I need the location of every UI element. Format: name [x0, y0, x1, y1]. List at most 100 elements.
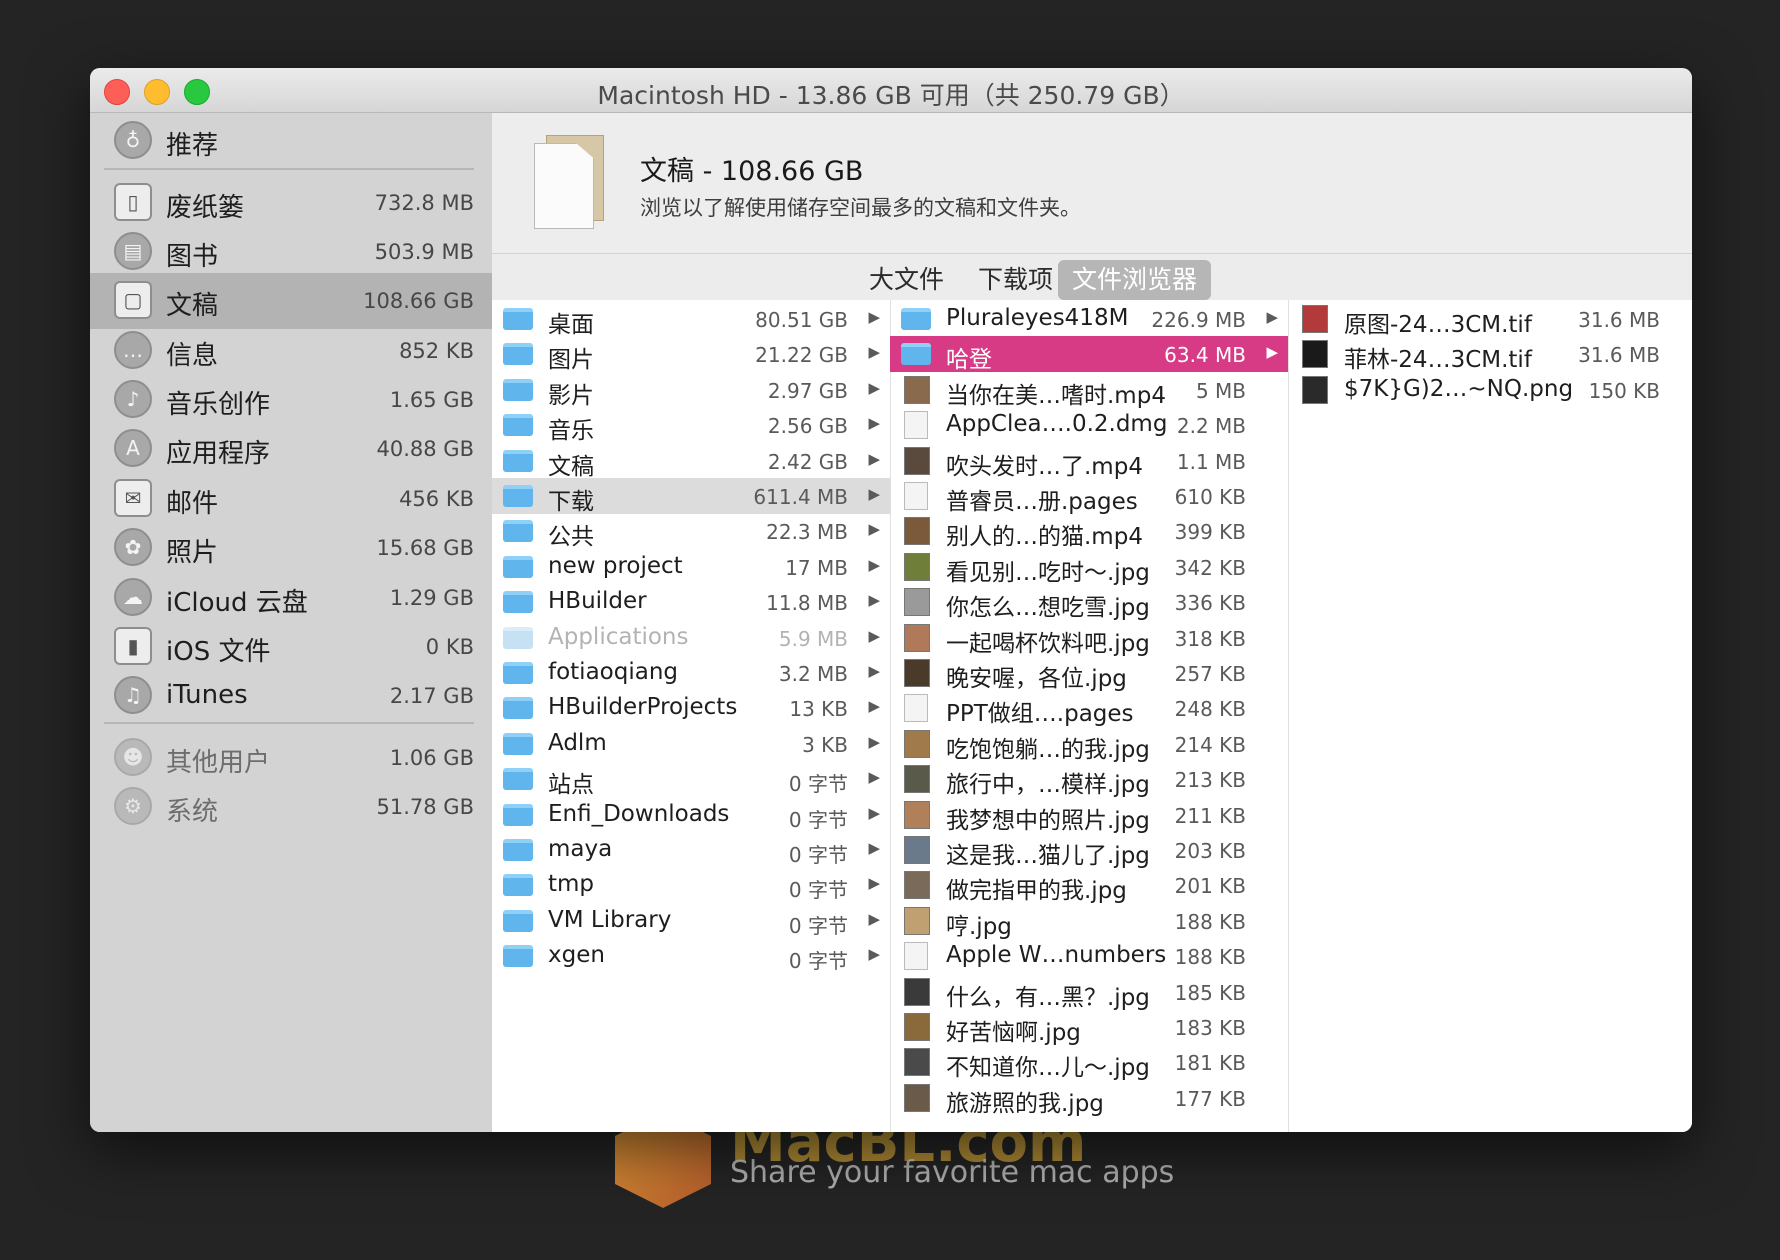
file-row[interactable]: 旅游照的我.jpg 177 KB	[890, 1080, 1288, 1117]
folder-row[interactable]: VM Library 0 字节 ▶	[492, 903, 890, 939]
disclosure-arrow-icon[interactable]: ▶	[868, 768, 880, 786]
folder-row[interactable]: HBuilderProjects 13 KB ▶	[492, 690, 890, 726]
item-name: 别人的…的猫.mp4	[946, 524, 1143, 551]
folder-row[interactable]: tmp 0 字节 ▶	[492, 867, 890, 903]
folder-row[interactable]: Adlm 3 KB ▶	[492, 726, 890, 762]
folder-row[interactable]: 音乐 2.56 GB ▶	[492, 407, 890, 444]
disclosure-arrow-icon[interactable]: ▶	[868, 485, 880, 503]
file-row[interactable]: 不知道你…儿～.jpg 181 KB	[890, 1044, 1288, 1081]
disclosure-arrow-icon[interactable]: ▶	[868, 343, 880, 361]
sidebar-item[interactable]: ▢ 文稿 108.66 GB	[90, 273, 492, 329]
sidebar-item[interactable]: ✉ 邮件 456 KB	[90, 471, 492, 527]
sidebar-item[interactable]: ☁ iCloud 云盘 1.29 GB	[90, 570, 492, 626]
folder-row[interactable]: 图片 21.22 GB ▶	[492, 336, 890, 373]
disclosure-arrow-icon[interactable]: ▶	[868, 910, 880, 928]
file-row[interactable]: Pluraleyes418M 226.9 MB ▶	[890, 301, 1288, 337]
file-row[interactable]: AppClea….0.2.dmg 2.2 MB	[890, 407, 1288, 443]
disclosure-arrow-icon[interactable]: ▶	[868, 662, 880, 680]
disclosure-arrow-icon[interactable]: ▶	[868, 379, 880, 397]
disclosure-arrow-icon[interactable]: ▶	[868, 591, 880, 609]
folder-row[interactable]: fotiaoqiang 3.2 MB ▶	[492, 655, 890, 691]
file-row[interactable]: 晚安喔，各位.jpg 257 KB	[890, 655, 1288, 692]
browser-column-home[interactable]: 桌面 80.51 GB ▶ 图片 21.22 GB ▶ 影片 2.97 GB ▶ 音乐 2.56 G…	[492, 300, 891, 1132]
disclosure-arrow-icon[interactable]: ▶	[868, 733, 880, 751]
sidebar-item-size: 1.29 GB	[389, 586, 474, 610]
disclosure-arrow-icon[interactable]: ▶	[868, 839, 880, 857]
folder-row[interactable]: maya 0 字节 ▶	[492, 832, 890, 868]
disclosure-arrow-icon[interactable]: ▶	[868, 627, 880, 645]
sidebar-item[interactable]: ▤ 图书 503.9 MB	[90, 224, 492, 280]
file-row[interactable]: PPT做组….pages 248 KB	[890, 690, 1288, 727]
file-row[interactable]: 普睿员…册.pages 610 KB	[890, 478, 1288, 515]
file-row[interactable]: 这是我…猫儿了.jpg 203 KB	[890, 832, 1288, 869]
folder-row[interactable]: 公共 22.3 MB ▶	[492, 513, 890, 550]
tab-file-browser[interactable]: 文件浏览器	[1058, 260, 1212, 300]
folder-row[interactable]: Applications 5.9 MB ▶	[492, 620, 890, 656]
file-row[interactable]: 哼.jpg 188 KB	[890, 903, 1288, 940]
file-row[interactable]: 做完指甲的我.jpg 201 KB	[890, 867, 1288, 904]
file-row[interactable]: 好苦恼啊.jpg 183 KB	[890, 1009, 1288, 1046]
folder-row[interactable]: 下载 611.4 MB ▶	[492, 478, 890, 515]
disclosure-arrow-icon[interactable]: ▶	[868, 804, 880, 822]
browser-column-harden[interactable]: 原图-24…3CM.tif 31.6 MB 菲林-24…3CM.tif 31.6 MB…	[1288, 300, 1692, 1132]
category-header: 文稿 - 108.66 GB 浏览以了解使用储存空间最多的文稿和文件夹。	[492, 113, 1692, 254]
disclosure-arrow-icon[interactable]: ▶	[868, 945, 880, 963]
users-icon: ☻	[114, 738, 152, 776]
folder-row[interactable]: xgen 0 字节 ▶	[492, 938, 890, 974]
item-size: 150 KB	[1588, 378, 1660, 403]
tab-downloads[interactable]: 下载项	[964, 260, 1067, 300]
folder-row[interactable]: Enfi_Downloads 0 字节 ▶	[492, 797, 890, 833]
file-row[interactable]: 旅行中，…模样.jpg 213 KB	[890, 761, 1288, 799]
disclosure-arrow-icon[interactable]: ▶	[868, 697, 880, 715]
sidebar-item[interactable]: ☻ 其他用户 1.06 GB	[90, 730, 492, 786]
file-row[interactable]: 什么，有…黑？.jpg 185 KB	[890, 974, 1288, 1011]
folder-row[interactable]: 文稿 2.42 GB ▶	[492, 443, 890, 480]
file-row[interactable]: 你怎么…想吃雪.jpg 336 KB	[890, 584, 1288, 621]
item-size: 17 MB	[785, 555, 848, 580]
item-name: 旅行中，…模样.jpg	[946, 772, 1150, 799]
sidebar-item[interactable]: ▯ 废纸篓 732.8 MB	[90, 175, 492, 231]
folder-row[interactable]: 桌面 80.51 GB ▶	[492, 301, 890, 338]
sidebar-item[interactable]: ⚙ 系统 51.78 GB	[90, 779, 492, 835]
file-row[interactable]: 当你在美…嗜时.mp4 5 MB	[890, 372, 1288, 409]
file-row[interactable]: 菲林-24…3CM.tif 31.6 MB	[1288, 336, 1692, 373]
sidebar-item[interactable]: ▮ iOS 文件 0 KB	[90, 619, 492, 675]
file-row[interactable]: 吃饱饱躺…的我.jpg 214 KB	[890, 726, 1288, 763]
file-row[interactable]: 原图-24…3CM.tif 31.6 MB	[1288, 301, 1692, 338]
folder-icon	[503, 839, 533, 861]
file-row[interactable]: 别人的…的猫.mp4 399 KB	[890, 513, 1288, 551]
sidebar-item[interactable]: ♁ 推荐	[90, 113, 492, 169]
item-name: tmp	[548, 871, 595, 898]
sidebar-item[interactable]: ♪ 音乐创作 1.65 GB	[90, 372, 492, 428]
folder-row[interactable]: 站点 0 字节 ▶	[492, 761, 890, 798]
folder-row[interactable]: new project 17 MB ▶	[492, 549, 890, 585]
sidebar-item[interactable]: … 信息 852 KB	[90, 323, 492, 379]
file-row[interactable]: 一起喝杯饮料吧.jpg 318 KB	[890, 620, 1288, 657]
file-row[interactable]: 我梦想中的照片.jpg 211 KB	[890, 797, 1288, 834]
file-row[interactable]: $7K}G)2…~NQ.png 150 KB	[1288, 372, 1692, 408]
file-row[interactable]: 看见别…吃时～.jpg 342 KB	[890, 549, 1288, 586]
file-row[interactable]: Apple W…numbers 188 KB	[890, 938, 1288, 974]
sidebar-item-size: 1.65 GB	[389, 388, 474, 412]
tab-large-files[interactable]: 大文件	[855, 260, 958, 300]
disclosure-arrow-icon[interactable]: ▶	[1266, 308, 1278, 326]
disclosure-arrow-icon[interactable]: ▶	[868, 414, 880, 432]
disclosure-arrow-icon[interactable]: ▶	[868, 874, 880, 892]
disclosure-arrow-icon[interactable]: ▶	[1266, 343, 1278, 361]
item-name: 吃饱饱躺…的我.jpg	[946, 736, 1150, 763]
image-thumbnail-icon	[904, 446, 930, 475]
file-row[interactable]: 吹头发时…了.mp4 1.1 MB	[890, 443, 1288, 480]
browser-column-downloads[interactable]: Pluraleyes418M 226.9 MB ▶ 哈登 63.4 MB ▶ 当你在美…嗜时…	[890, 300, 1289, 1132]
disclosure-arrow-icon[interactable]: ▶	[868, 450, 880, 468]
disclosure-arrow-icon[interactable]: ▶	[868, 308, 880, 326]
sidebar-item[interactable]: ♫ iTunes 2.17 GB	[90, 668, 492, 724]
file-row[interactable]: 哈登 63.4 MB ▶	[890, 336, 1288, 373]
folder-row[interactable]: 影片 2.97 GB ▶	[492, 372, 890, 409]
sidebar-item[interactable]: ✿ 照片 15.68 GB	[90, 520, 492, 576]
image-thumbnail-icon	[904, 871, 930, 900]
sidebar-item[interactable]: A 应用程序 40.88 GB	[90, 421, 492, 477]
folder-row[interactable]: HBuilder 11.8 MB ▶	[492, 584, 890, 620]
disclosure-arrow-icon[interactable]: ▶	[868, 520, 880, 538]
disclosure-arrow-icon[interactable]: ▶	[868, 556, 880, 574]
sidebar-item-label: 其他用户	[166, 748, 271, 778]
